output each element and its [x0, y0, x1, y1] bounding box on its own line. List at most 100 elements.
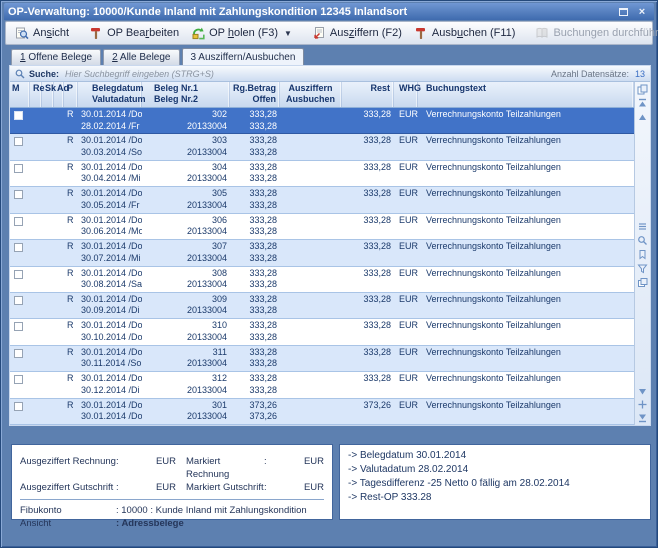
cell-ausziffern	[280, 293, 342, 318]
scroll-up-icon[interactable]	[637, 112, 648, 123]
summary-divider	[20, 499, 324, 500]
cell-buchungstext: Verrechnungskonto Teilzahlungen	[418, 267, 634, 292]
export-icon[interactable]	[637, 277, 648, 288]
header-belegnr[interactable]: Beleg Nr.1Beleg Nr.2	[142, 82, 230, 107]
op-holen-button[interactable]: OP holen (F3) ▼	[185, 23, 298, 43]
cell-rest: 333,28	[342, 346, 394, 371]
row-checkbox[interactable]	[14, 270, 23, 279]
scroll-down-icon[interactable]	[637, 386, 648, 397]
cell-buchungstext: Verrechnungskonto Teilzahlungen	[418, 399, 634, 424]
header-buchungstext[interactable]: Buchungstext	[418, 82, 634, 107]
header-ausziffern[interactable]: AusziffernAusbuchen	[280, 82, 342, 107]
document-red-arrow-icon	[312, 26, 326, 40]
header-m[interactable]: M	[10, 82, 30, 107]
cell-belegdatum: 30.01.2014 /Do30.03.2014 /So	[78, 134, 142, 159]
table-row[interactable]: R 30.01.2014 /Do30.07.2014 /Mi 307201330…	[10, 240, 634, 266]
ansicht-button[interactable]: Ansicht	[9, 23, 75, 43]
op-bearbeiten-label: OP Bearbeiten	[107, 27, 179, 39]
tab-offene-belege[interactable]: 1 Offene Belege	[11, 49, 101, 65]
row-checkbox[interactable]	[14, 164, 23, 173]
op-bearbeiten-button[interactable]: OP Bearbeiten	[83, 23, 185, 43]
header-ad[interactable]: Ad	[54, 82, 64, 107]
ausziffern-button[interactable]: Ausziffern (F2)	[306, 23, 408, 43]
grid-body: R 30.01.2014 /Do28.02.2014 /Fr 302201330…	[10, 108, 634, 425]
cell-rest: 373,26	[342, 399, 394, 424]
header-whg[interactable]: WHG	[394, 82, 418, 107]
row-checkbox[interactable]	[14, 111, 23, 120]
header-sk[interactable]: Sk	[42, 82, 54, 107]
search-input[interactable]	[63, 68, 547, 80]
summary-panel-right: -> Belegdatum 30.01.2014 -> Valutadatum …	[339, 444, 651, 520]
restore-window-icon[interactable]	[615, 5, 631, 18]
table-row[interactable]: R 30.01.2014 /Do30.12.2014 /Di 312201330…	[10, 372, 634, 398]
header-rest[interactable]: Rest	[342, 82, 394, 107]
table-row[interactable]: R 30.01.2014 /Do30.03.2014 /So 303201330…	[10, 134, 634, 160]
table-row[interactable]: R 30.01.2014 /Do30.09.2014 /Di 309201330…	[10, 293, 634, 319]
cell-rest: 333,28	[342, 108, 394, 133]
row-checkbox[interactable]	[14, 190, 23, 199]
cell-ausziffern	[280, 161, 342, 186]
chevron-down-icon[interactable]: ▼	[284, 29, 292, 38]
close-icon[interactable]: ×	[634, 5, 650, 18]
filter-icon[interactable]	[637, 263, 648, 274]
copy-grid-icon[interactable]	[637, 84, 648, 95]
cell-belegdatum: 30.01.2014 /Do30.06.2014 /Mo	[78, 214, 142, 239]
table-row[interactable]: R 30.01.2014 /Do28.02.2014 /Fr 302201330…	[10, 108, 634, 134]
row-checkbox[interactable]	[14, 322, 23, 331]
cell-whg: EUR	[394, 187, 418, 212]
cell-ausziffern	[280, 346, 342, 371]
row-checkbox[interactable]	[14, 137, 23, 146]
fetch-green-icon	[191, 26, 205, 40]
tab-strip: 1 Offene Belege 2 Alle Belege 3 Ausziffe…	[11, 49, 304, 65]
cell-belegdatum: 30.01.2014 /Do30.10.2014 /Do	[78, 319, 142, 344]
cell-rest: 333,28	[342, 187, 394, 212]
table-row[interactable]: R 30.01.2014 /Do30.10.2014 /Do 310201330…	[10, 319, 634, 345]
scroll-bottom-icon[interactable]	[637, 412, 648, 423]
cell-whg: EUR	[394, 108, 418, 133]
search-label: Suche:	[29, 69, 59, 79]
bookmark-icon[interactable]	[637, 249, 648, 260]
cell-rest: 333,28	[342, 240, 394, 265]
cell-belegnr: 31020133004	[142, 319, 230, 344]
row-flag: R	[64, 319, 78, 344]
cell-belegnr: 31220133004	[142, 372, 230, 397]
cell-belegnr: 30720133004	[142, 240, 230, 265]
move-icon[interactable]	[637, 399, 648, 410]
cell-whg: EUR	[394, 319, 418, 344]
tab-ausziffern-ausbuchen[interactable]: 3 Ausziffern/Ausbuchen	[182, 48, 305, 65]
cell-ausziffern	[280, 187, 342, 212]
ausgeziffert-gutschrift-label: Ausgeziffert Gutschrift	[20, 481, 116, 494]
table-row[interactable]: R 30.01.2014 /Do30.11.2014 /So 311201330…	[10, 346, 634, 372]
header-p[interactable]: P	[64, 82, 78, 107]
table-row[interactable]: R 30.01.2014 /Do30.01.2014 /Do 301201330…	[10, 399, 634, 425]
scroll-top-icon[interactable]	[637, 98, 648, 109]
table-row[interactable]: R 30.01.2014 /Do30.04.2014 /Mi 304201330…	[10, 161, 634, 187]
tab-alle-belege[interactable]: 2 Alle Belege	[103, 49, 179, 65]
row-checkbox[interactable]	[14, 402, 23, 411]
ausbuchen-button[interactable]: Ausbuchen (F11)	[408, 23, 522, 43]
cell-belegnr: 30920133004	[142, 293, 230, 318]
row-flag: R	[64, 399, 78, 424]
op-holen-label: OP holen (F3)	[209, 27, 278, 39]
cell-ausziffern	[280, 134, 342, 159]
row-list-icon[interactable]	[637, 221, 648, 232]
header-rgbetrag[interactable]: Rg.BetragOffen	[230, 82, 280, 107]
table-row[interactable]: R 30.01.2014 /Do30.08.2014 /Sa 308201330…	[10, 267, 634, 293]
cell-whg: EUR	[394, 372, 418, 397]
row-checkbox[interactable]	[14, 375, 23, 384]
row-checkbox[interactable]	[14, 243, 23, 252]
buchungen-durchfuehren-button[interactable]: Buchungen durchführen (F10)	[529, 23, 658, 43]
buchungen-durchfuehren-label: Buchungen durchführen (F10)	[553, 27, 658, 39]
cell-ausziffern	[280, 267, 342, 292]
row-checkbox[interactable]	[14, 296, 23, 305]
header-re[interactable]: Re	[30, 82, 42, 107]
search-row-icon[interactable]	[637, 235, 648, 246]
row-checkbox[interactable]	[14, 349, 23, 358]
header-belegdatum[interactable]: BelegdatumValutadatum	[78, 82, 142, 107]
row-flag: R	[64, 187, 78, 212]
row-flag: R	[64, 372, 78, 397]
cell-buchungstext: Verrechnungskonto Teilzahlungen	[418, 319, 634, 344]
table-row[interactable]: R 30.01.2014 /Do30.06.2014 /Mo 306201330…	[10, 214, 634, 240]
row-checkbox[interactable]	[14, 217, 23, 226]
table-row[interactable]: R 30.01.2014 /Do30.05.2014 /Fr 305201330…	[10, 187, 634, 213]
